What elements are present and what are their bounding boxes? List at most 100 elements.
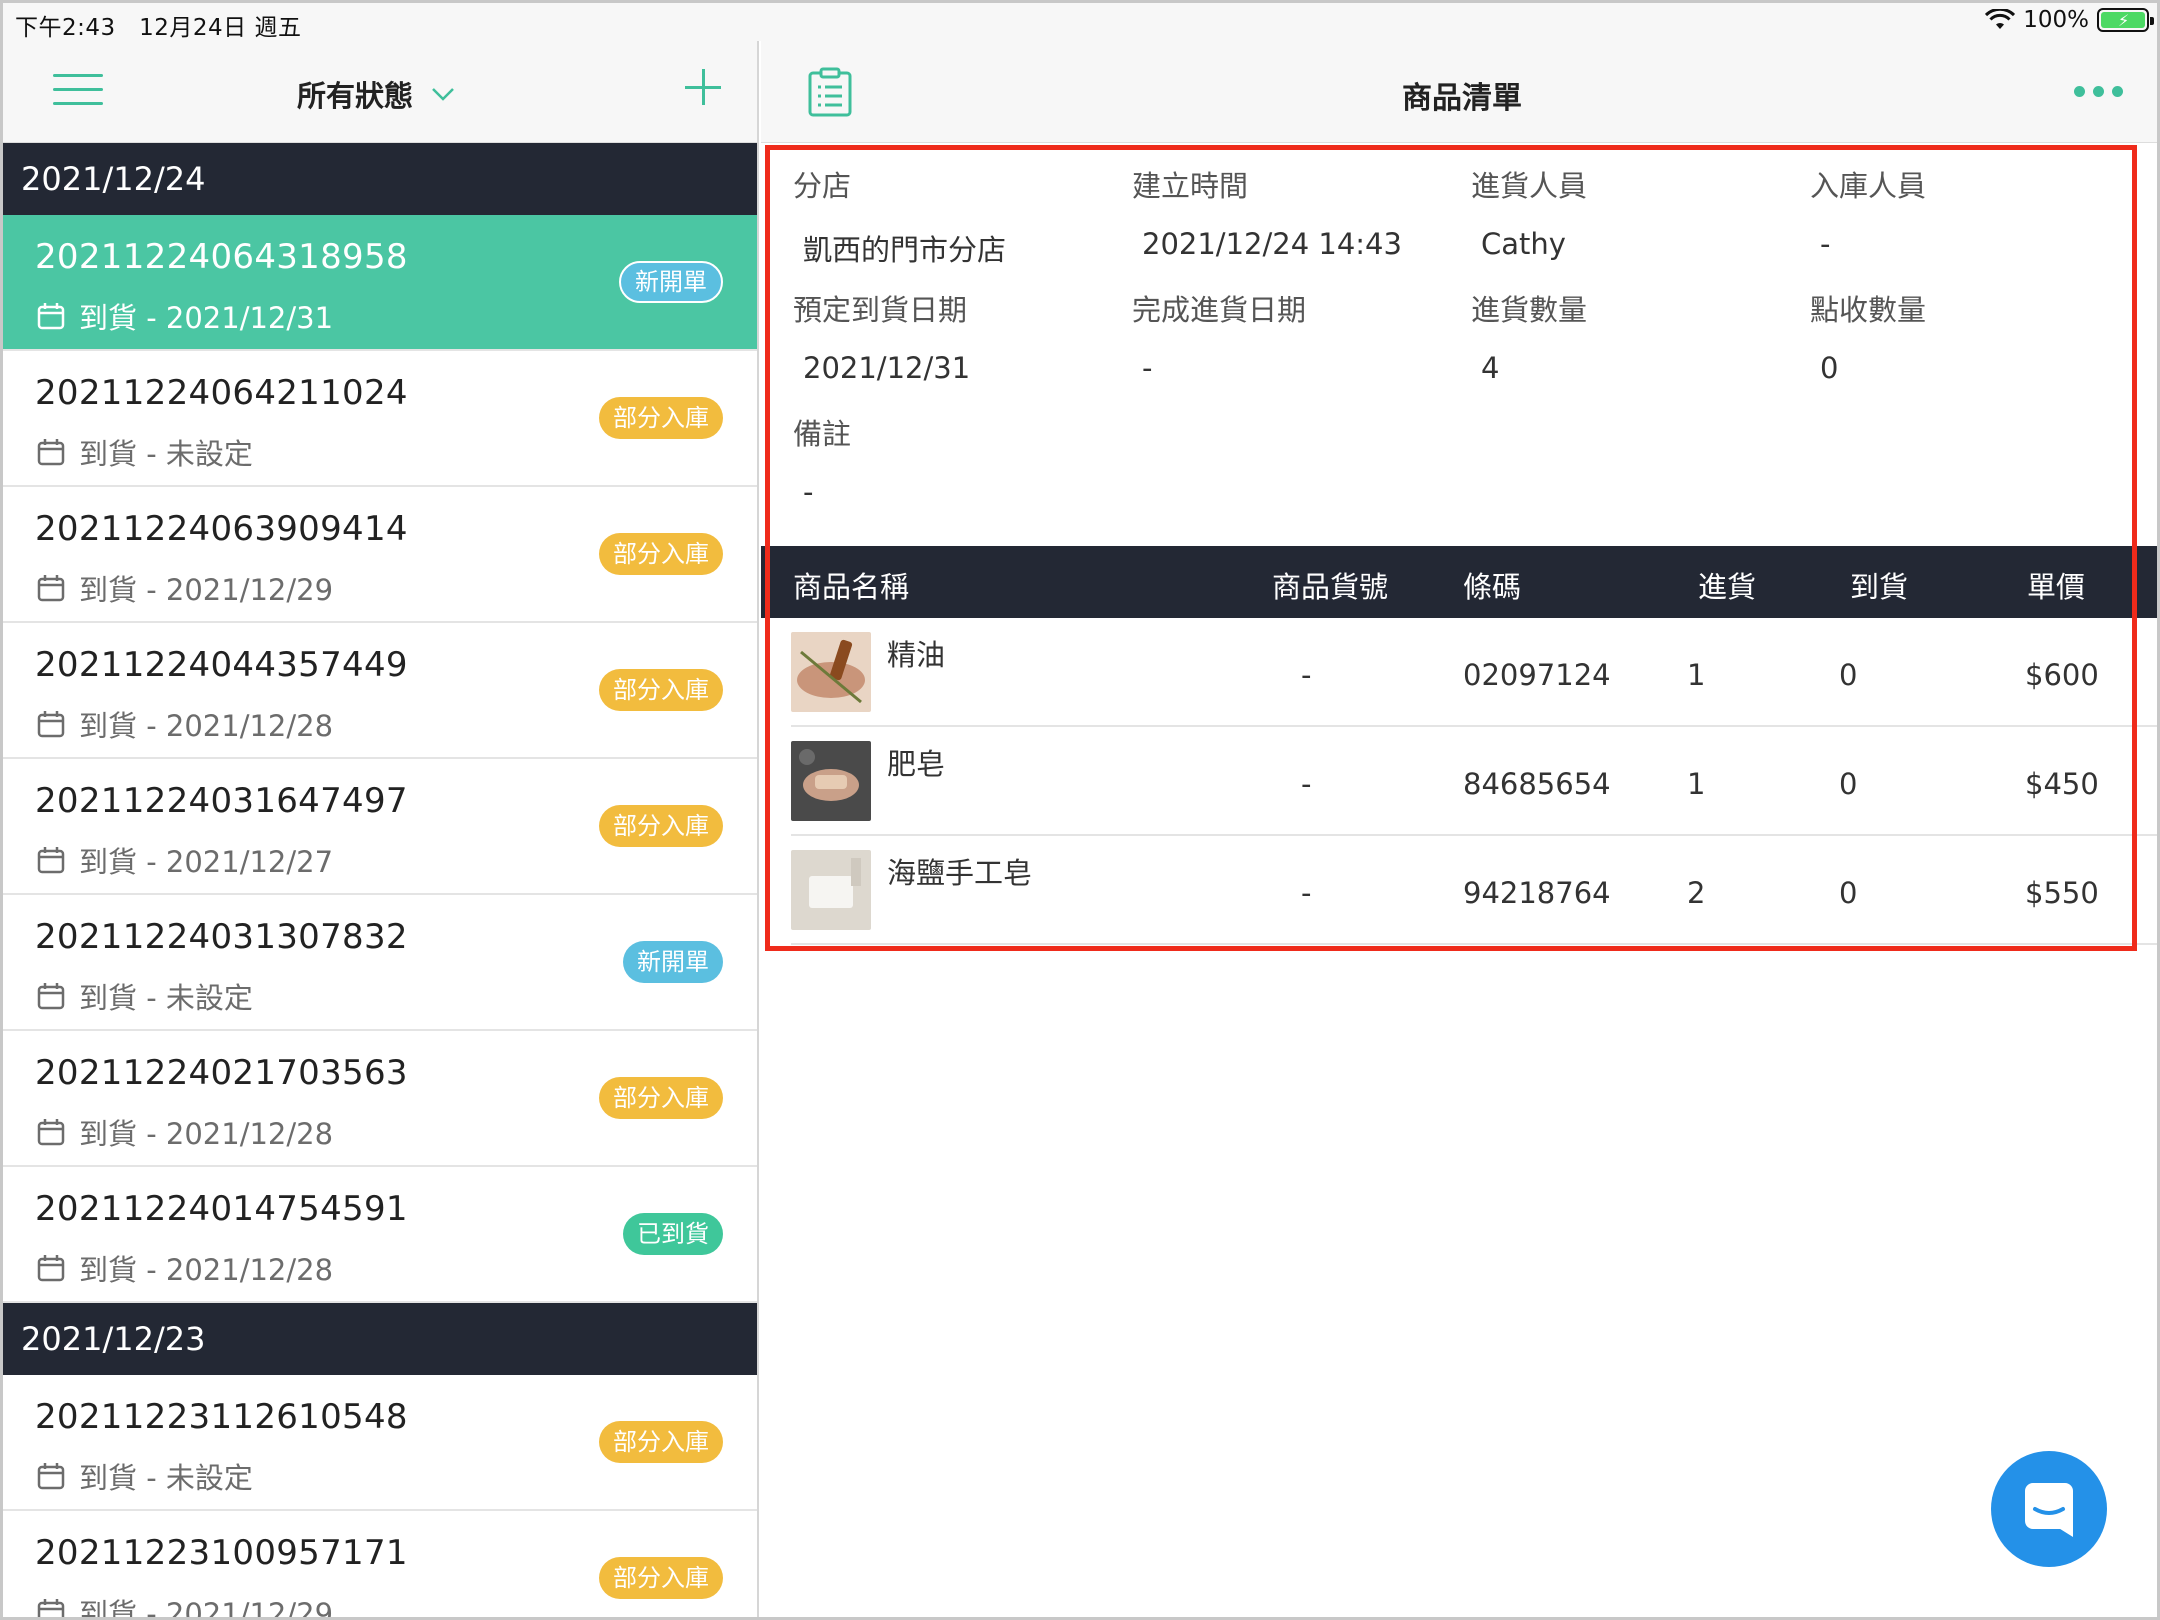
col-sku: 商品貨號: [1272, 570, 1389, 604]
battery-percent: 100%: [2023, 7, 2089, 33]
order-list-item[interactable]: 20211224064318958 到貨 - 2021/12/31 新開單: [3, 215, 757, 351]
field-expected-date: 預定到貨日期 2021/12/31: [793, 293, 971, 385]
calendar-icon: [37, 983, 65, 1010]
product-purchase-qty: 1: [1687, 767, 1706, 801]
arrival-date: 到貨 - 2021/12/31: [79, 301, 334, 335]
detail-toolbar: 商品清單: [761, 41, 2157, 143]
order-list-panel: 所有狀態 2021/12/24 20211224064318958 到貨 - 202…: [3, 41, 759, 1620]
arrival-info: 到貨 - 2021/12/28: [37, 1111, 333, 1153]
table-row[interactable]: 海鹽手工皂 - 94218764 2 0 $550: [791, 836, 2157, 945]
calendar-icon: [37, 439, 65, 466]
order-list-item[interactable]: 20211223112610548 到貨 - 未設定 部分入庫: [3, 1375, 757, 1511]
product-price: $600: [2025, 658, 2099, 692]
status-bar: 下午2:43 12月24日 週五 100% ⚡: [3, 3, 2157, 41]
order-number: 20211224031647497: [35, 781, 408, 821]
col-barcode: 條碼: [1463, 570, 1522, 604]
date-group-header: 2021/12/23: [3, 1303, 757, 1375]
col-price: 單價: [2027, 570, 2086, 604]
order-number: 20211224021703563: [35, 1053, 408, 1093]
order-detail-panel: 商品清單 分店 凱西的門市分店 建立時間 2021/12/24 14:43 進貨…: [761, 41, 2157, 1617]
calendar-icon: [37, 1119, 65, 1146]
calendar-icon: [37, 711, 65, 738]
product-sku: -: [1301, 876, 1312, 910]
chevron-down-icon: [432, 88, 454, 101]
order-list-item[interactable]: 20211224064211024 到貨 - 未設定 部分入庫: [3, 351, 757, 487]
calendar-icon: [37, 1255, 65, 1282]
arrival-date: 到貨 - 2021/12/28: [79, 709, 334, 743]
table-row[interactable]: 精油 - 02097124 1 0 $600: [791, 618, 2157, 727]
arrival-info: 到貨 - 2021/12/28: [37, 1247, 333, 1289]
product-arrived-qty: 0: [1839, 658, 1858, 692]
product-thumbnail-sea-salt-soap: [791, 850, 871, 930]
arrival-date: 到貨 - 2021/12/29: [79, 573, 334, 607]
calendar-icon: [37, 847, 65, 874]
arrival-date: 到貨 - 未設定: [79, 981, 253, 1015]
field-created: 建立時間 2021/12/24 14:43: [1132, 169, 1402, 261]
product-thumbnail-soap: [791, 741, 871, 821]
status-badge: 部分入庫: [599, 805, 723, 847]
status-time: 下午2:43: [15, 15, 116, 41]
col-arrived: 到貨: [1850, 570, 1909, 604]
order-list-item[interactable]: 20211224031307832 到貨 - 未設定 新開單: [3, 895, 757, 1031]
product-price: $550: [2025, 876, 2099, 910]
field-receiver: 入庫人員 -: [1810, 169, 1927, 261]
table-row[interactable]: 肥皂 - 84685654 1 0 $450: [791, 727, 2157, 836]
status-filter-label: 所有狀態: [297, 79, 414, 113]
order-number: 20211224044357449: [35, 645, 408, 685]
order-list-item[interactable]: 20211224031647497 到貨 - 2021/12/27 部分入庫: [3, 759, 757, 895]
product-name: 肥皂: [887, 747, 946, 781]
order-list-item[interactable]: 20211223100957171 到貨 - 2021/12/29 部分入庫: [3, 1511, 757, 1620]
product-purchase-qty: 2: [1687, 876, 1706, 910]
product-price: $450: [2025, 767, 2099, 801]
product-barcode: 94218764: [1463, 876, 1611, 910]
status-badge: 部分入庫: [599, 533, 723, 575]
arrival-info: 到貨 - 2021/12/29: [37, 1591, 334, 1620]
chat-icon: [2025, 1483, 2073, 1537]
status-badge: 部分入庫: [599, 669, 723, 711]
product-name: 海鹽手工皂: [887, 856, 1033, 890]
product-barcode: 84685654: [1463, 767, 1611, 801]
arrival-date: 到貨 - 未設定: [79, 437, 253, 471]
product-sku: -: [1301, 767, 1312, 801]
field-checked-qty: 點收數量 0: [1810, 293, 1927, 385]
status-badge: 新開單: [619, 261, 723, 303]
order-list-item[interactable]: 20211224044357449 到貨 - 2021/12/28 部分入庫: [3, 623, 757, 759]
add-order-icon[interactable]: [683, 67, 723, 107]
list-toolbar: 所有狀態: [3, 41, 757, 143]
arrival-info: 到貨 - 2021/12/31: [37, 295, 333, 337]
field-purchase-qty: 進貨數量 4: [1471, 293, 1588, 385]
wifi-icon: [1985, 9, 2016, 29]
order-list-item[interactable]: 20211224063909414 到貨 - 2021/12/29 部分入庫: [3, 487, 757, 623]
calendar-icon: [37, 1463, 65, 1490]
product-thumbnail-essential-oil: [791, 632, 871, 712]
product-table-header: 商品名稱 商品貨號 條碼 進貨 到貨 單價: [761, 546, 2157, 618]
battery-icon: ⚡: [2097, 8, 2154, 32]
app-frame: 下午2:43 12月24日 週五 100% ⚡ 所有狀態 2021/12/24 …: [0, 0, 2160, 1620]
order-number: 20211224064211024: [35, 373, 408, 413]
status-filter-dropdown[interactable]: 所有狀態: [297, 73, 455, 115]
col-purchase: 進貨: [1698, 570, 1757, 604]
order-list-item[interactable]: 20211224014754591 到貨 - 2021/12/28 已到貨: [3, 1167, 757, 1303]
order-number: 20211224064318958: [35, 237, 408, 277]
order-info: 分店 凱西的門市分店 建立時間 2021/12/24 14:43 進貨人員 Ca…: [761, 143, 2157, 548]
status-badge: 部分入庫: [599, 1557, 723, 1599]
status-date: 12月24日 週五: [139, 15, 302, 41]
product-sku: -: [1301, 658, 1312, 692]
arrival-date: 到貨 - 2021/12/29: [79, 1597, 334, 1620]
order-list-item[interactable]: 20211224021703563 到貨 - 2021/12/28 部分入庫: [3, 1031, 757, 1167]
chat-button[interactable]: [1991, 1451, 2107, 1567]
more-options-icon[interactable]: [2074, 86, 2123, 97]
status-badge: 新開單: [623, 941, 723, 983]
order-number: 20211224014754591: [35, 1189, 408, 1229]
order-number: 20211224063909414: [35, 509, 408, 549]
field-note: 備註 -: [793, 417, 852, 509]
arrival-date: 到貨 - 未設定: [79, 1461, 253, 1495]
product-arrived-qty: 0: [1839, 767, 1858, 801]
status-badge: 部分入庫: [599, 1077, 723, 1119]
date-group-header: 2021/12/24: [3, 143, 757, 215]
arrival-date: 到貨 - 2021/12/28: [79, 1117, 334, 1151]
menu-icon[interactable]: [53, 74, 103, 108]
status-badge: 部分入庫: [599, 397, 723, 439]
field-purchaser: 進貨人員 Cathy: [1471, 169, 1588, 261]
field-branch: 分店 凱西的門市分店: [793, 169, 1007, 267]
